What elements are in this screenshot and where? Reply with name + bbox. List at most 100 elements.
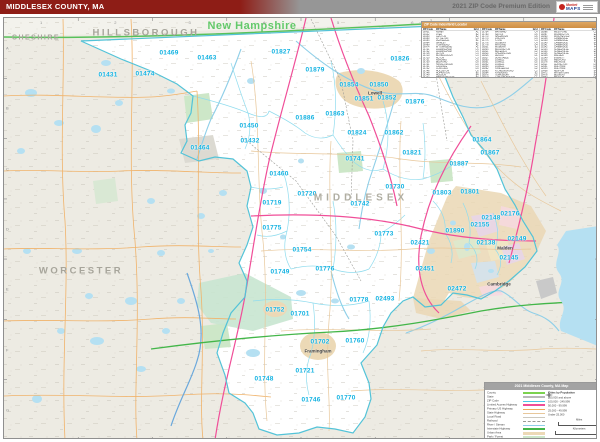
- zip-code-label: 01775: [262, 224, 282, 232]
- grid-row-label: C: [6, 166, 9, 172]
- city-label: Cambridge: [487, 281, 511, 287]
- legend-body: County State ZIP Code Limited Access Highwa…: [485, 390, 596, 438]
- zip-code-label: 01862: [384, 129, 404, 137]
- legend-scale: Miles: [548, 418, 596, 426]
- zip-code-label: 01702: [310, 338, 330, 346]
- zip-code-label: 01760: [345, 337, 365, 345]
- logo-decoration: [582, 4, 593, 10]
- legend-title: 2021 Middlesex County, MA Map: [514, 384, 569, 389]
- zip-index-column: ZIP Code ZIP Name Grid 01431 ASHBY A1 01432 AYE…: [422, 28, 481, 78]
- grid-column-label: 3: [188, 20, 191, 25]
- logo-wordmark: Market MAPS: [566, 3, 581, 11]
- zip-code-label: 01721: [295, 367, 315, 375]
- grid-row-label: A: [6, 45, 9, 51]
- grid-row-label: F: [6, 347, 9, 353]
- zip-index-column: ZIP Code ZIP Name Grid 01886 WESTFORD C2 01887…: [540, 28, 597, 78]
- zip-code-label: 01801: [460, 188, 480, 196]
- zip-code-label: 01773: [374, 230, 394, 238]
- zip-code-label: 01879: [305, 66, 325, 74]
- zip-code-label: 01821: [402, 149, 422, 157]
- zip-index-column: ZIP Code ZIP Name Grid 01754 MAYNARD C4 01760 N…: [481, 28, 540, 78]
- region-label: New Hampshire: [207, 20, 297, 32]
- zip-code-label: 01431: [98, 71, 118, 79]
- city-label: Malden: [497, 245, 513, 251]
- legend-scale-bars: Miles Kilometers: [548, 418, 596, 435]
- zip-code-label: 01432: [240, 137, 260, 145]
- legend-item: Park / Forest: [487, 435, 545, 438]
- legend-city-class: Under 25,000City: [548, 413, 565, 417]
- logo-line2: MAPS: [566, 6, 581, 11]
- publisher-logo: Market MAPS: [556, 1, 598, 13]
- zip-code-label: 01752: [265, 306, 285, 314]
- grid-row-label: D: [6, 226, 9, 232]
- zip-code-label: 01803: [432, 189, 452, 197]
- zip-code-label: 01887: [449, 160, 469, 168]
- zip-code-label: 01827: [271, 48, 291, 56]
- zip-code-label: 01776: [315, 265, 335, 273]
- region-label: CHESHIRE: [11, 34, 61, 42]
- zip-code-label: 02472: [447, 285, 467, 293]
- zip-code-label: 01749: [270, 268, 290, 276]
- zip-code-label: 01850: [369, 81, 389, 89]
- zip-code-label: 01851: [354, 95, 374, 103]
- map-labels-layer: 01431 01474 01469 01463 01827 01879 01826 01854…: [4, 18, 596, 438]
- zip-code-label: 01854: [339, 81, 359, 89]
- grid-row-label: B: [6, 105, 9, 111]
- zip-code-label: 01748: [254, 375, 274, 383]
- zip-code-label: 01886: [295, 114, 315, 122]
- zip-index-panel: ZIP Code Index/Grid Locator ZIP Code ZIP …: [421, 21, 597, 78]
- zip-index-row: 01752 MARLBOROUGH B5: [423, 76, 479, 78]
- grid-column-label: 4: [262, 20, 265, 25]
- zip-code-label: 01824: [347, 129, 367, 137]
- grid-column-label: 6: [411, 20, 414, 25]
- region-label: WORCESTER: [38, 265, 124, 277]
- legend-city-classes: 250,000 and aboveCITY100,000 - 249,999Ci…: [548, 395, 596, 417]
- zip-code-label: 02176: [500, 210, 520, 218]
- city-label: Framingham: [304, 348, 332, 354]
- zip-code-label: 01778: [349, 296, 369, 304]
- grid-column-label: 2: [114, 20, 117, 25]
- zip-code-label: 01719: [262, 199, 282, 207]
- legend-scale: Kilometers: [548, 427, 596, 435]
- zip-code-label: 02155: [470, 221, 490, 229]
- legend-city-class: 50,000 - 99,999City: [548, 404, 567, 408]
- legend-line-items: County State ZIP Code Limited Access Highwa…: [487, 391, 545, 438]
- zip-index-row: 01879 TYNGSBOROUGH C1: [482, 76, 538, 78]
- legend-cities-heading-text: Cities by Population: [548, 391, 575, 395]
- grid-row-label: E: [6, 286, 9, 292]
- legend-right-column: Cities by Population 250,000 and aboveCI…: [545, 391, 596, 438]
- zip-code-label: 01746: [301, 396, 321, 404]
- zip-code-label: 01864: [472, 136, 492, 144]
- zip-code-label: 01876: [405, 98, 425, 106]
- zip-code-label: 01460: [269, 170, 289, 178]
- zip-code-label: 02421: [410, 239, 430, 247]
- zip-code-label: 02149: [507, 235, 527, 243]
- zip-code-label: 01741: [345, 155, 365, 163]
- city-label: Lowell: [367, 90, 383, 96]
- region-label: MIDDLESEX: [313, 192, 409, 204]
- zip-code-label: 01450: [239, 122, 259, 130]
- zip-code-label: 02451: [415, 265, 435, 273]
- logo-disc-icon: [559, 4, 565, 10]
- region-label: HILLSBOROUGH: [92, 27, 200, 39]
- edition-label: 2021 ZIP Code Premium Edition: [452, 3, 550, 10]
- zip-code-label: 02148: [481, 214, 501, 222]
- zip-code-label: 01464: [190, 144, 210, 152]
- legend-panel: 2021 Middlesex County, MA Map County Stat…: [484, 382, 596, 438]
- zip-code-label: 01463: [197, 54, 217, 62]
- title-banner: MIDDLESEX COUNTY, MA 2021 ZIP Code Premi…: [0, 0, 600, 14]
- zip-code-label: 01826: [390, 55, 410, 63]
- zip-code-label: 01474: [135, 70, 155, 78]
- zip-code-label: 01890: [445, 227, 465, 235]
- zip-code-label: 02138: [476, 239, 496, 247]
- zip-code-label: 01863: [325, 110, 345, 118]
- zip-code-label: 01730: [385, 183, 405, 191]
- grid-row-label: G: [6, 407, 10, 413]
- zip-index-row: 02493 WESTON D4: [541, 76, 597, 78]
- zip-index-table: ZIP Code ZIP Name Grid 01431 ASHBY A1 01432 AYE…: [422, 28, 597, 78]
- zip-code-label: 01754: [292, 246, 312, 254]
- grid-column-label: 1: [40, 20, 43, 25]
- legend-title-bar: 2021 Middlesex County, MA Map: [485, 383, 596, 390]
- zip-code-label: 01852: [377, 94, 397, 102]
- zip-code-label: 01770: [336, 394, 356, 402]
